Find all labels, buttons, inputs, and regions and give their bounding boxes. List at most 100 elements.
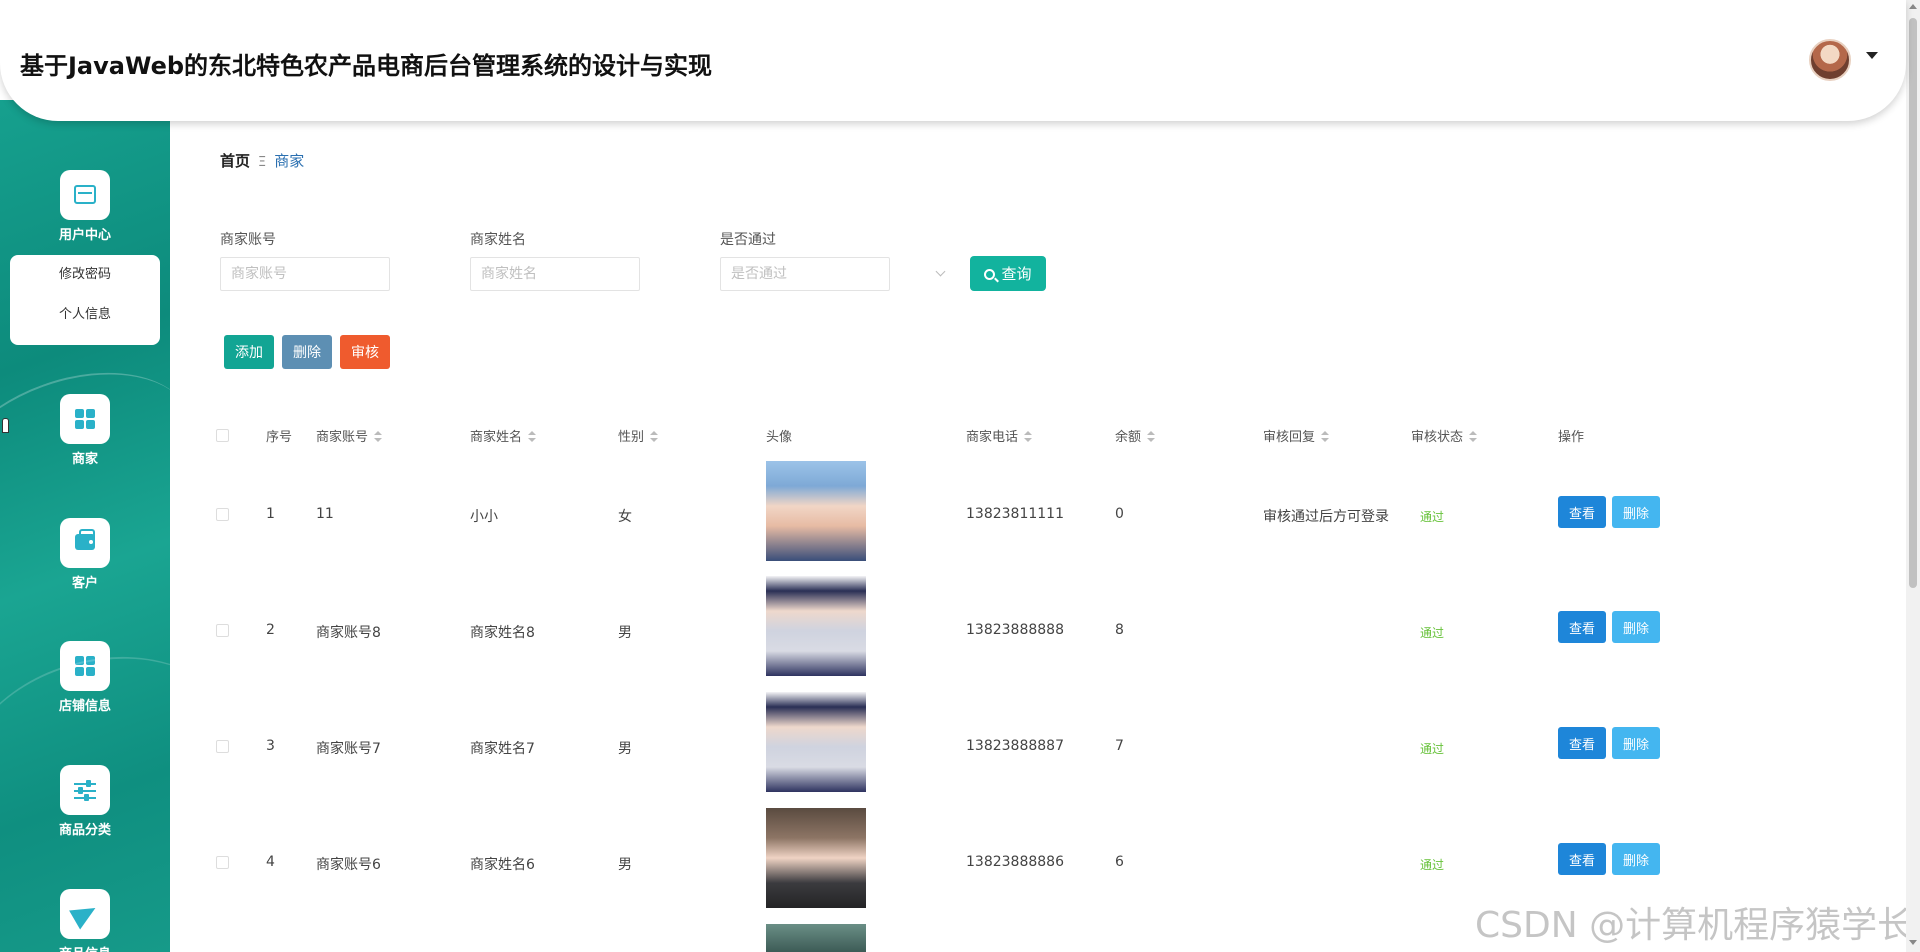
submenu-item-profile[interactable]: 个人信息	[10, 295, 160, 335]
col-status[interactable]: 审核状态	[1411, 426, 1478, 445]
row-checkbox[interactable]	[216, 508, 229, 521]
cell-index: 4	[266, 854, 275, 870]
batch-delete-button[interactable]: 删除	[282, 335, 332, 369]
breadcrumb-current: 商家	[274, 152, 305, 170]
cell-gender: 男	[618, 625, 632, 641]
chevron-down-icon[interactable]	[935, 266, 946, 277]
avatar-image	[766, 924, 866, 952]
sidebar-item-label: 店铺信息	[58, 699, 111, 714]
top-header: 基于JavaWeb的东北特色农产品电商后台管理系统的设计与实现	[0, 0, 1906, 121]
row-checkbox[interactable]	[216, 624, 229, 637]
cell-balance: 0	[1115, 506, 1124, 522]
mouse-cursor-icon	[0, 418, 12, 438]
filter-passed-label: 是否通过	[720, 232, 776, 248]
sidebar-item-label: 商品信息	[0, 943, 170, 952]
row-delete-button[interactable]: 删除	[1612, 496, 1660, 528]
sort-icon[interactable]	[650, 431, 659, 443]
sidebar-item-category[interactable]: 商品分类	[0, 765, 170, 838]
sidebar-item-label: 商家	[71, 452, 98, 467]
cell-name: 商家姓名7	[470, 741, 535, 757]
sidebar-item-user-center[interactable]: 用户中心	[0, 170, 170, 243]
cell-account: 商家账号7	[316, 741, 381, 757]
passed-select[interactable]	[720, 257, 890, 291]
status-badge: 通过	[1420, 742, 1445, 756]
cell-phone: 13823888886	[966, 854, 1064, 870]
add-button[interactable]: 添加	[224, 335, 274, 369]
row-delete-button[interactable]: 删除	[1612, 611, 1660, 643]
col-phone[interactable]: 商家电话	[966, 426, 1033, 445]
cell-gender: 男	[618, 741, 632, 757]
sidebar-item-shop-info[interactable]: 店铺信息	[0, 641, 170, 714]
col-account[interactable]: 商家账号	[316, 426, 383, 445]
card-icon	[60, 170, 110, 220]
scroll-down-icon[interactable]	[1909, 940, 1917, 945]
submenu-item-change-password[interactable]: 修改密码	[10, 255, 160, 295]
select-all-checkbox[interactable]	[216, 429, 229, 442]
breadcrumb-separator: Ξ	[258, 155, 267, 170]
cell-balance: 7	[1115, 738, 1124, 754]
row-checkbox[interactable]	[216, 856, 229, 869]
filter-name-label: 商家姓名	[470, 232, 526, 248]
search-button[interactable]: 查询	[970, 256, 1046, 291]
sidebar-item-product-info[interactable]: 商品信息	[0, 889, 170, 952]
sort-icon[interactable]	[528, 431, 537, 443]
view-button[interactable]: 查看	[1558, 496, 1606, 528]
cell-account: 商家账号8	[316, 625, 381, 641]
col-gender-label: 性别	[618, 430, 645, 445]
cell-phone: 13823888888	[966, 622, 1064, 638]
cell-name: 商家姓名8	[470, 625, 535, 641]
col-status-label: 审核状态	[1411, 430, 1464, 445]
cell-account: 商家账号6	[316, 857, 381, 873]
sort-icon[interactable]	[1147, 431, 1156, 443]
cell-index: 2	[266, 622, 275, 638]
sidebar-item-customer[interactable]: 客户	[0, 518, 170, 591]
avatar-image	[766, 692, 866, 792]
sort-icon[interactable]	[374, 431, 383, 443]
grid-icon	[60, 394, 110, 444]
breadcrumb-home[interactable]: 首页	[220, 152, 250, 170]
row-delete-button[interactable]: 删除	[1612, 727, 1660, 759]
search-button-label: 查询	[1001, 265, 1032, 283]
sidebar-item-label: 商品分类	[58, 823, 111, 838]
col-name[interactable]: 商家姓名	[470, 426, 537, 445]
status-badge: 通过	[1420, 510, 1445, 524]
status-badge: 通过	[1420, 858, 1445, 872]
col-reply[interactable]: 审核回复	[1263, 426, 1330, 445]
merchant-account-input[interactable]	[220, 257, 390, 291]
cell-balance: 6	[1115, 854, 1124, 870]
scrollbar-thumb[interactable]	[1909, 18, 1917, 588]
col-gender[interactable]: 性别	[618, 426, 659, 445]
cell-gender: 女	[618, 509, 632, 525]
sort-icon[interactable]	[1024, 431, 1033, 443]
col-balance[interactable]: 余额	[1115, 426, 1156, 445]
audit-button[interactable]: 审核	[340, 335, 390, 369]
cell-reply: 审核通过后方可登录	[1263, 509, 1389, 525]
view-button[interactable]: 查看	[1558, 611, 1606, 643]
cell-gender: 男	[618, 857, 632, 873]
sort-icon[interactable]	[1469, 431, 1478, 443]
sidebar-item-label: 用户中心	[58, 228, 111, 243]
sidebar-item-merchant[interactable]: 商家	[0, 394, 170, 467]
search-icon	[984, 269, 996, 280]
cell-phone: 13823888887	[966, 738, 1064, 754]
sort-icon[interactable]	[1321, 431, 1330, 443]
col-avatar: 头像	[766, 430, 793, 445]
user-avatar[interactable]	[1809, 39, 1851, 81]
col-name-label: 商家姓名	[470, 430, 523, 445]
sidebar: 用户中心 修改密码 个人信息 商家 客户 店铺信息 商品分类 商品信息	[0, 100, 170, 952]
user-center-submenu: 修改密码 个人信息	[10, 255, 160, 345]
send-icon	[60, 889, 110, 939]
watermark: CSDN @计算机程序猿学长	[1475, 905, 1914, 946]
page-scrollbar[interactable]	[1906, 0, 1920, 952]
row-checkbox[interactable]	[216, 740, 229, 753]
scroll-up-icon[interactable]	[1909, 4, 1917, 9]
row-delete-button[interactable]: 删除	[1612, 843, 1660, 875]
view-button[interactable]: 查看	[1558, 727, 1606, 759]
grid-icon	[60, 641, 110, 691]
view-button[interactable]: 查看	[1558, 843, 1606, 875]
merchant-name-input[interactable]	[470, 257, 640, 291]
caret-down-icon[interactable]	[1866, 52, 1878, 59]
col-balance-label: 余额	[1115, 430, 1142, 445]
avatar-image	[766, 576, 866, 676]
col-reply-label: 审核回复	[1263, 430, 1316, 445]
